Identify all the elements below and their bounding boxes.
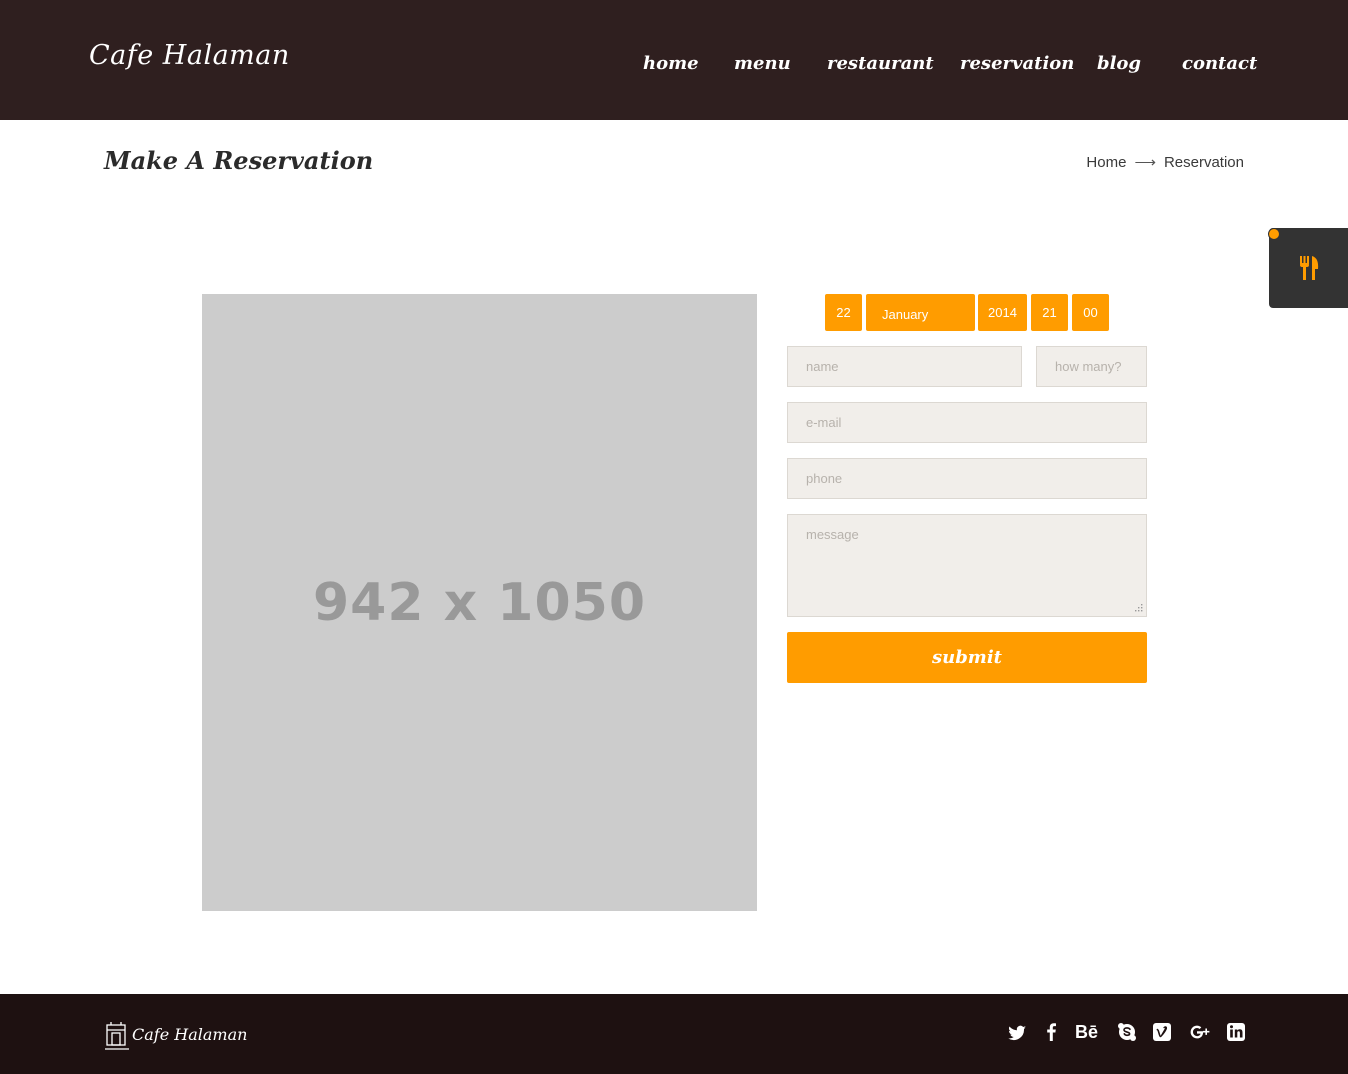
breadcrumb-current: Reservation	[1163, 154, 1244, 171]
main-nav: home menu restaurant reservation blog co…	[0, 53, 1348, 83]
site-footer: Cafe Halaman Bē	[0, 994, 1348, 1074]
nav-blog[interactable]: blog	[1097, 53, 1141, 74]
site-header: Cafe Halaman home menu restaurant reserv…	[0, 0, 1348, 120]
year-select[interactable]: 2014	[978, 294, 1027, 331]
placeholder-label: 942 x 1050	[312, 572, 647, 633]
side-panel-toggle[interactable]	[1269, 228, 1348, 308]
skype-icon[interactable]	[1117, 1020, 1137, 1044]
nav-home[interactable]: home	[643, 53, 699, 74]
page-title: Make A Reservation	[104, 146, 374, 175]
email-input[interactable]	[787, 402, 1147, 443]
arrow-right-icon: ⟶	[1134, 154, 1156, 171]
google-plus-icon[interactable]	[1189, 1020, 1211, 1044]
notification-dot	[1268, 228, 1280, 240]
image-placeholder: 942 x 1050	[202, 294, 757, 911]
resize-handle-icon[interactable]	[1135, 604, 1143, 612]
facebook-icon[interactable]	[1045, 1020, 1057, 1044]
fork-knife-icon	[1300, 256, 1319, 280]
month-select[interactable]: January	[866, 294, 975, 331]
name-input[interactable]	[787, 346, 1022, 387]
nav-restaurant[interactable]: restaurant	[827, 53, 934, 74]
vimeo-icon[interactable]	[1153, 1020, 1171, 1044]
phone-input[interactable]	[787, 458, 1147, 499]
cafe-logo-icon[interactable]	[105, 1020, 129, 1052]
footer-logo-text[interactable]: Cafe Halaman	[132, 1025, 247, 1044]
breadcrumb-home[interactable]: Home	[1086, 154, 1126, 171]
linkedin-icon[interactable]	[1227, 1020, 1245, 1044]
day-select[interactable]: 22	[825, 294, 862, 331]
submit-button[interactable]: submit	[787, 632, 1147, 683]
hour-select[interactable]: 21	[1031, 294, 1068, 331]
nav-reservation[interactable]: reservation	[960, 53, 1074, 74]
nav-contact[interactable]: contact	[1182, 53, 1257, 74]
breadcrumb: Home ⟶ Reservation	[1086, 153, 1244, 171]
behance-icon[interactable]: Bē	[1075, 1020, 1098, 1044]
guest-count-input[interactable]	[1036, 346, 1147, 387]
minute-select[interactable]: 00	[1072, 294, 1109, 331]
twitter-icon[interactable]	[1007, 1020, 1027, 1044]
nav-menu[interactable]: menu	[734, 53, 791, 74]
message-textarea[interactable]	[787, 514, 1147, 617]
